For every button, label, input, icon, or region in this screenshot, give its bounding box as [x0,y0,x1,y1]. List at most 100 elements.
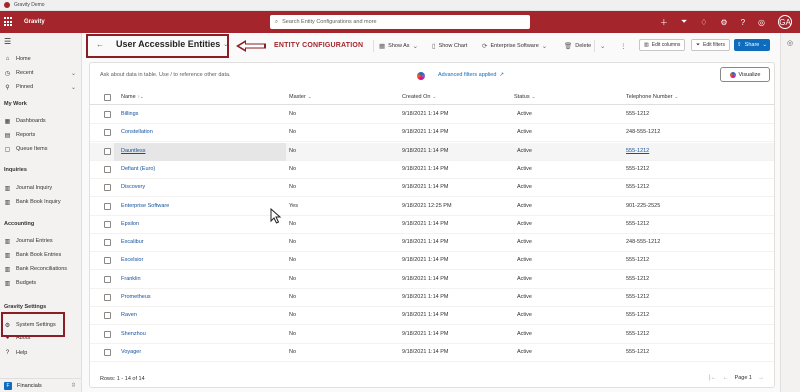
global-search-input[interactable]: ⌕ Search Entity Configurations and more [270,15,530,29]
first-page-icon[interactable]: |← [709,375,717,381]
row-checkbox[interactable] [104,111,111,118]
advanced-filters-link[interactable]: Advanced filters applied ↗ [438,72,504,78]
table-row[interactable]: Billings No 9/18/2021 1:14 PM Active 555-121… [90,106,774,124]
row-checkbox[interactable] [104,202,111,210]
nav-item-pinned[interactable]: ⚲ Pinned ⌄ [0,81,82,93]
row-checkbox[interactable] [104,239,111,247]
row-checkbox[interactable] [104,129,111,137]
cell-phone[interactable]: 555-1212 [626,257,649,263]
row-checkbox[interactable] [104,147,111,155]
cell-name[interactable]: Epsilon [121,221,139,227]
cell-phone[interactable]: 555-1212 [626,148,649,154]
cell-phone[interactable]: 555-1212 [626,349,649,355]
nav-item-help[interactable]: ? Help [0,347,82,359]
cell-name[interactable]: Excelsior [121,257,143,263]
table-row[interactable]: Excalibur No 9/18/2021 1:14 PM Active 248-55… [90,234,774,253]
cell-name[interactable]: Prometheus [121,294,151,300]
copilot-pane-icon[interactable]: ◎ [787,39,793,47]
share-button[interactable]: ⇪ Share ⌄ [734,39,770,51]
visualize-button[interactable]: Visualize [720,67,770,82]
column-header-status[interactable]: Status ⌄ [514,94,535,100]
copilot-sparkle-icon[interactable] [417,72,425,80]
row-checkbox[interactable] [104,312,111,320]
avatar[interactable]: GA [778,15,792,29]
cell-phone[interactable]: 555-1212 [626,276,649,282]
table-row[interactable]: Raven No 9/18/2021 1:14 PM Active 555-1212 [90,307,774,326]
cell-name[interactable]: Excalibur [121,239,144,245]
enterprise-software-button[interactable]: ⟳ Enterprise Software ⌄ [482,40,547,52]
copilot-icon[interactable]: ◎ [758,18,765,27]
nav-item-queue-items[interactable]: ▢ Queue Items [0,143,82,155]
row-checkbox[interactable] [104,294,111,301]
table-row[interactable]: Discovery No 9/18/2021 1:14 PM Active 555-12… [90,179,774,198]
edit-filters-button[interactable]: ⏷ Edit filters [691,39,730,51]
cell-name[interactable]: Defiant (Euro) [121,166,155,172]
cell-name[interactable]: Discovery [121,184,145,190]
nav-item-bank-reconciliations[interactable]: ▥ Bank Reconciliations [0,263,82,275]
cell-name[interactable]: Raven [121,312,137,318]
cell-phone[interactable]: 555-1212 [626,184,649,190]
column-header-master[interactable]: Master ⌄ [289,94,312,100]
row-checkbox[interactable] [104,184,111,192]
column-header-telephone[interactable]: Telephone Number ⌄ [626,94,678,100]
table-row[interactable]: Epsilon No 9/18/2021 1:14 PM Active 555-1212 [90,216,774,234]
nav-item-journal-entries[interactable]: ▥ Journal Entries [0,235,82,247]
table-row[interactable]: Franklin No 9/18/2021 1:14 PM Active 555-121… [90,271,774,289]
edit-columns-button[interactable]: ▥ Edit columns [639,39,686,51]
cell-phone[interactable]: 555-1212 [626,111,649,117]
row-checkbox[interactable] [104,348,111,356]
cell-name[interactable]: Franklin [121,276,141,282]
table-row[interactable]: Shenzhou No 9/18/2021 1:14 PM Active 555-121… [90,326,774,344]
help-icon[interactable]: ? [741,18,745,27]
delete-button[interactable]: 🗑 Delete [564,40,591,52]
row-checkbox[interactable] [104,275,111,283]
nav-item-recent[interactable]: ◷ Recent ⌄ [0,67,82,79]
nav-item-bank-book-inquiry[interactable]: ▥ Bank Book Inquiry [0,196,82,208]
nav-item-bank-book-entries[interactable]: ▥ Bank Book Entries [0,249,82,261]
hamburger-icon[interactable]: ☰ [4,37,11,46]
nav-item-home[interactable]: ⌂ Home [0,53,82,65]
more-commands-icon[interactable]: ⋮ [620,40,627,52]
table-row[interactable]: Excelsior No 9/18/2021 1:14 PM Active 555-12… [90,252,774,271]
cell-phone[interactable]: 248-555-1212 [626,129,660,135]
show-as-button[interactable]: ▦ Show As ⌄ [379,40,418,52]
column-header-created-on[interactable]: Created On ⌄ [402,94,436,100]
cell-name[interactable]: Shenzhou [121,331,146,337]
cell-name[interactable]: Enterprise Software [121,203,169,209]
cell-name[interactable]: Voyager [121,349,141,355]
nav-item-budgets[interactable]: ▥ Budgets [0,277,82,289]
select-all-checkbox[interactable] [104,94,111,101]
nav-item-dashboards[interactable]: ▦ Dashboards [0,115,82,127]
row-checkbox[interactable] [104,165,111,173]
ask-data-input[interactable]: Ask about data in table. Use / to refere… [100,72,231,78]
cell-name[interactable]: Billings [121,111,138,117]
lightbulb-icon[interactable]: ♢ [700,18,707,27]
row-checkbox[interactable] [104,330,111,338]
table-row[interactable]: Prometheus No 9/18/2021 1:14 PM Active 555-1… [90,289,774,307]
column-header-name[interactable]: Name ↑⌄ [121,94,144,100]
chevron-down-icon[interactable]: ⌄ [600,40,605,52]
row-checkbox[interactable] [104,220,111,228]
app-launcher-icon[interactable] [4,17,14,27]
previous-page-icon[interactable]: ← [723,375,729,381]
table-row[interactable]: Constellation No 9/18/2021 1:14 PM Active 24… [90,124,774,143]
filter-icon[interactable]: ⏷ [681,17,687,27]
cell-phone[interactable]: 555-1212 [626,312,649,318]
row-checkbox[interactable] [104,257,111,265]
show-chart-button[interactable]: ▯ Show Chart [432,40,467,52]
nav-item-reports[interactable]: ▤ Reports [0,129,82,141]
cell-phone[interactable]: 555-1212 [626,166,649,172]
area-switcher[interactable]: F Financials ⇳ [0,378,82,392]
cell-phone[interactable]: 555-1212 [626,331,649,337]
table-row[interactable]: Voyager No 9/18/2021 1:14 PM Active 555-1212 [90,344,774,362]
nav-item-journal-inquiry[interactable]: ▥ Journal Inquiry [0,182,82,194]
cell-name[interactable]: Constellation [121,129,153,135]
cell-phone[interactable]: 555-1212 [626,221,649,227]
app-name[interactable]: Gravity [24,19,45,25]
cell-phone[interactable]: 248-555-1212 [626,239,660,245]
cell-name[interactable]: Dauntless [121,148,145,154]
gear-icon[interactable]: ⚙ [720,18,727,27]
table-row[interactable]: Defiant (Euro) No 9/18/2021 1:14 PM Active 5… [90,161,774,179]
plus-icon[interactable]: ＋ [660,17,668,28]
table-row[interactable]: Dauntless No 9/18/2021 1:14 PM Active 555-12… [90,142,774,161]
